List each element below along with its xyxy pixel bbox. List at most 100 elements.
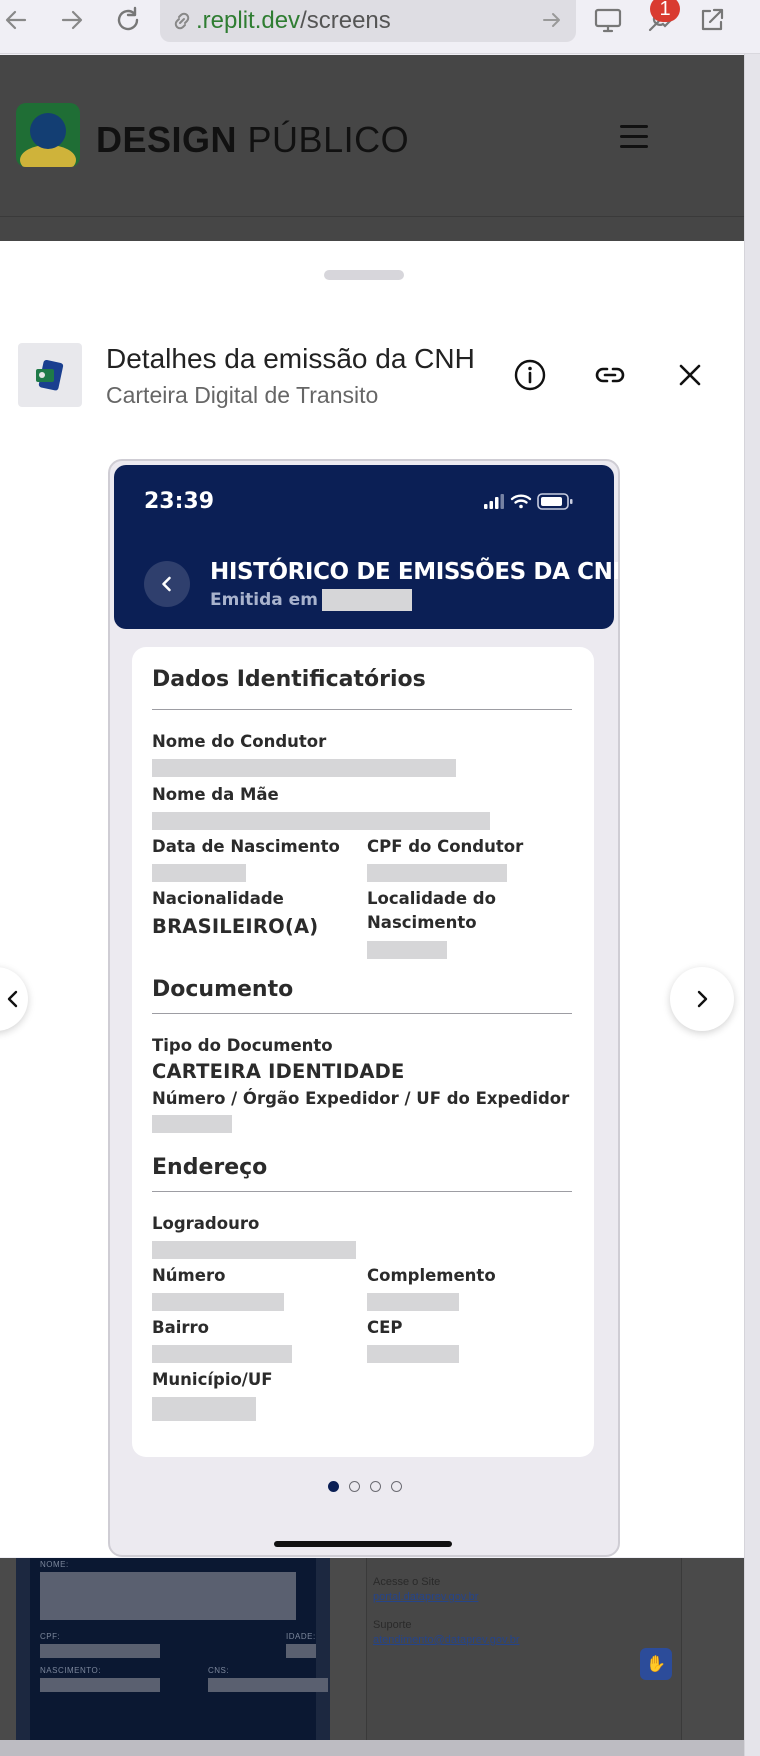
redacted-nome-condutor <box>152 759 456 777</box>
app-thumbnail <box>18 343 82 407</box>
address-bar[interactable]: .replit.dev/screens <box>160 0 576 42</box>
label-idade: IDADE: <box>286 1632 316 1641</box>
support-link[interactable]: atendimento@dataprev.gov.br <box>373 1634 520 1646</box>
copy-link-button[interactable] <box>588 353 632 397</box>
bottom-strip <box>0 1740 744 1756</box>
page-dot-2[interactable] <box>349 1481 360 1492</box>
redacted-nome-mae <box>152 812 490 830</box>
battery-icon <box>537 493 573 510</box>
chevron-right-icon <box>697 990 708 1008</box>
reload-button[interactable] <box>108 2 148 38</box>
label-nome-condutor: Nome do Condutor <box>152 732 327 751</box>
section-divider <box>152 709 572 710</box>
app-back-button[interactable] <box>144 561 190 607</box>
label-nacionalidade: Nacionalidade <box>152 889 284 908</box>
open-external-button[interactable] <box>692 2 732 38</box>
redacted-bairro <box>152 1345 292 1363</box>
next-screen-button[interactable] <box>670 967 734 1031</box>
label-localidade-nascimento: Localidade do Nascimento <box>367 889 496 932</box>
previous-screen-button[interactable] <box>0 967 28 1031</box>
header-divider <box>0 216 744 217</box>
site-logo[interactable] <box>16 103 80 167</box>
sheet-title: Detalhes da emissão da CNH <box>106 343 475 374</box>
brand-light: PÚBLICO <box>247 119 410 160</box>
details-card: Dados Identificatórios Nome do Condutor … <box>132 647 594 1457</box>
label-complemento: Complemento <box>367 1266 496 1285</box>
cnh-app-icon <box>36 359 64 391</box>
menu-icon[interactable] <box>620 125 648 155</box>
browser-toolbar: .replit.dev/screens 1 <box>0 0 760 54</box>
redacted-municipio-uf <box>152 1397 256 1421</box>
label-numero-orgao-uf: Número / Órgão Expedidor / UF do Expedid… <box>152 1089 570 1108</box>
device-icon <box>594 8 622 33</box>
field-nome <box>40 1572 296 1620</box>
chevron-left-icon <box>7 990 18 1008</box>
page-indicator <box>328 1481 402 1492</box>
section-title-endereco: Endereço <box>152 1155 268 1180</box>
section-divider <box>152 1013 572 1014</box>
home-indicator <box>274 1541 452 1547</box>
redacted-logradouro <box>152 1241 356 1259</box>
status-icons <box>484 493 573 510</box>
redacted-issue-date <box>321 589 412 611</box>
sheet-grabber[interactable] <box>324 270 404 280</box>
site-header: DESIGN PÚBLICO <box>0 55 744 241</box>
value-nacionalidade: BRASILEIRO(A) <box>152 915 319 938</box>
access-link[interactable]: portal.dataprev.gov.br <box>373 1591 478 1603</box>
page-dot-3[interactable] <box>370 1481 381 1492</box>
close-button[interactable] <box>668 353 712 397</box>
section-title-identificacao: Dados Identificatórios <box>152 667 426 692</box>
info-icon <box>514 359 546 391</box>
redacted-documento-numero <box>152 1115 232 1133</box>
access-label: Acesse o Site <box>373 1576 441 1588</box>
external-link-icon <box>701 8 724 31</box>
field-cns <box>208 1678 328 1692</box>
accessibility-button[interactable]: ✋ <box>640 1648 672 1680</box>
chevron-left-icon <box>162 576 171 592</box>
reload-icon <box>117 6 139 31</box>
url-host: .replit.dev <box>196 7 301 34</box>
wifi-icon <box>510 494 532 509</box>
label-numero: Número <box>152 1266 226 1285</box>
label-municipio-uf: Município/UF <box>152 1370 273 1389</box>
back-button[interactable] <box>0 2 36 38</box>
label-nome: NOME: <box>40 1560 69 1569</box>
close-icon <box>679 364 701 386</box>
tools-button[interactable]: 1 <box>640 0 680 38</box>
screen-preview: 23:39 HISTÓRICO DE EMISSÕES DA CNH Emiti… <box>108 459 620 1557</box>
sheet-subtitle: Carteira Digital de Transito <box>106 382 379 408</box>
page-scrollbar[interactable] <box>744 54 760 1756</box>
app-header-title: HISTÓRICO DE EMISSÕES DA CNH <box>210 559 620 585</box>
signal-icon <box>484 494 504 509</box>
site-brand: DESIGN PÚBLICO <box>96 119 409 161</box>
brand-bold: DESIGN <box>96 119 238 160</box>
label-bairro: Bairro <box>152 1318 209 1337</box>
label-logradouro: Logradouro <box>152 1214 260 1233</box>
redacted-complemento <box>367 1293 459 1311</box>
page-dot-4[interactable] <box>391 1481 402 1492</box>
field-cpf <box>40 1644 160 1658</box>
redacted-data-nascimento <box>152 864 246 882</box>
info-button[interactable] <box>508 353 552 397</box>
value-tipo-documento: CARTEIRA IDENTIDADE <box>152 1060 405 1083</box>
link-icon <box>174 12 190 30</box>
url-path: /screens <box>300 7 391 34</box>
issued-label: Emitida em <box>210 590 318 610</box>
notification-badge: 1 <box>650 0 680 22</box>
field-idade <box>286 1644 316 1658</box>
app-header-subtitle: Emitida em <box>210 589 412 611</box>
chain-link-icon <box>595 367 625 383</box>
site-footer: NOME: CPF: IDADE: NASCIMENTO: CNS: Acess… <box>0 1558 744 1740</box>
redacted-cpf-condutor <box>367 864 507 882</box>
page-dot-1[interactable] <box>328 1481 339 1492</box>
redacted-cep <box>367 1345 459 1363</box>
back-arrow-icon <box>5 10 27 30</box>
go-arrow-icon[interactable] <box>540 8 564 32</box>
forward-arrow-icon <box>61 10 83 30</box>
forward-button[interactable] <box>52 2 92 38</box>
label-cns: CNS: <box>208 1666 230 1675</box>
patient-card-preview: NOME: CPF: IDADE: NASCIMENTO: CNS: <box>16 1558 330 1740</box>
footer-info-panel: Acesse o Site portal.dataprev.gov.br Sup… <box>366 1558 682 1740</box>
devices-button[interactable] <box>588 2 628 38</box>
label-cep: CEP <box>367 1318 403 1337</box>
